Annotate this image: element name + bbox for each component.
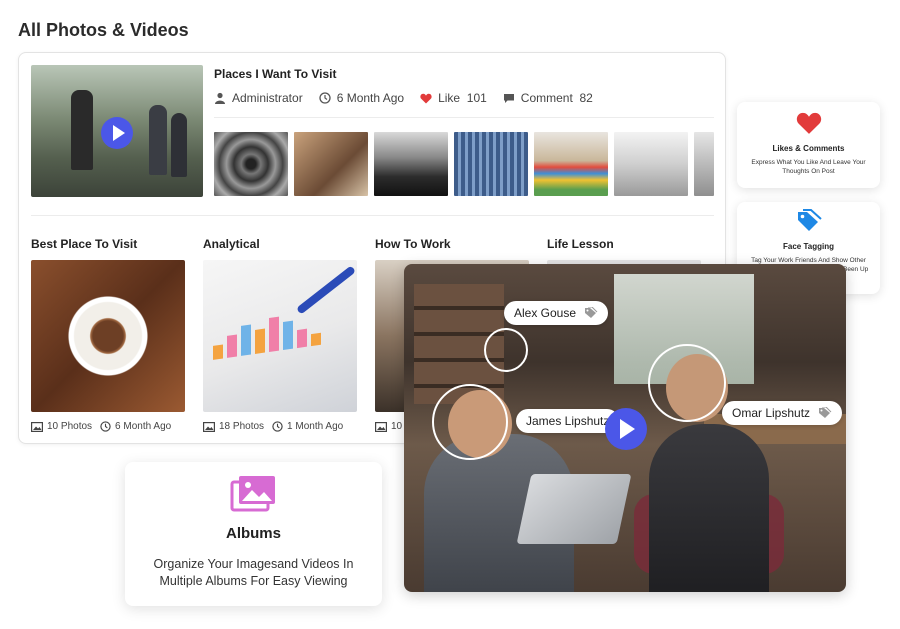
album-photo-count: 10 Photos — [47, 421, 93, 432]
post-photo-thumb[interactable] — [694, 132, 714, 196]
album-time: 6 Month Ago — [115, 421, 172, 432]
like-label: Like — [438, 91, 461, 105]
face-tag-ring[interactable] — [484, 328, 528, 372]
album-photo-count: 10 — [391, 421, 403, 432]
face-tag-name: James Lipshutz — [526, 414, 610, 428]
album-card[interactable]: Best Place To Visit 10 Photos 6 Month Ag… — [31, 237, 185, 432]
post-photo-thumb[interactable] — [454, 132, 528, 196]
post-author[interactable]: Administrator — [214, 91, 303, 105]
post-photo-thumb[interactable] — [214, 132, 288, 196]
album-time: 1 Month Ago — [287, 421, 344, 432]
comment-button[interactable]: Comment 82 — [503, 91, 593, 105]
post-time-text: 6 Month Ago — [336, 91, 405, 105]
face-tag-ring[interactable] — [648, 344, 726, 422]
like-button[interactable]: Like 101 — [420, 91, 487, 105]
feature-title: Face Tagging — [783, 242, 834, 251]
album-photo-count: 18 Photos — [219, 421, 265, 432]
face-tag-name: Omar Lipshutz — [732, 406, 811, 420]
feature-title: Likes & Comments — [772, 144, 845, 153]
heart-icon — [796, 112, 821, 134]
face-tag-name: Alex Gouse — [514, 306, 577, 320]
clock-icon — [100, 421, 111, 432]
play-icon[interactable] — [101, 117, 133, 149]
post-photo-strip — [214, 132, 720, 196]
face-tag-chip[interactable]: Alex Gouse — [504, 301, 609, 325]
page-title: All Photos & Videos — [18, 20, 189, 40]
post-video-thumbnail[interactable] — [31, 65, 203, 197]
tag-icon — [797, 209, 822, 231]
comment-count: 82 — [579, 91, 593, 105]
album-title[interactable]: How To Work — [375, 237, 529, 251]
post-photo-thumb[interactable] — [534, 132, 608, 196]
post-title[interactable]: Places I Want To Visit — [214, 67, 336, 81]
face-tag-ring[interactable] — [432, 384, 508, 460]
album-title[interactable]: Life Lesson — [547, 237, 701, 251]
album-title[interactable]: Analytical — [203, 237, 357, 251]
comment-label: Comment — [520, 91, 573, 105]
face-tag-chip[interactable]: James Lipshutz — [516, 409, 620, 433]
play-icon[interactable] — [605, 408, 647, 450]
album-meta: 18 Photos 1 Month Ago — [203, 421, 357, 432]
album-meta: 10 Photos 6 Month Ago — [31, 421, 185, 432]
post-time: 6 Month Ago — [319, 91, 404, 105]
feature-description: Express What You Like And Leave Your Tho… — [751, 159, 866, 175]
heart-icon — [420, 93, 432, 103]
post-photo-thumb[interactable] — [374, 132, 448, 196]
albums-feature-card: Albums Organize Your Imagesand Videos In… — [125, 462, 382, 606]
clock-icon — [319, 92, 331, 104]
comment-icon — [503, 93, 514, 103]
post-meta: Administrator 6 Month Ago Like 101 Comme… — [214, 91, 609, 105]
photos-icon — [375, 421, 387, 432]
tag-icon — [819, 407, 832, 418]
post-photo-thumb[interactable] — [294, 132, 368, 196]
album-title[interactable]: Best Place To Visit — [31, 237, 185, 251]
clock-icon — [272, 421, 283, 432]
album-cover[interactable] — [31, 260, 185, 412]
like-count: 101 — [466, 91, 487, 105]
feature-title: Albums — [225, 525, 281, 542]
post-photo-thumb[interactable] — [614, 132, 688, 196]
photos-icon — [31, 421, 43, 432]
user-icon — [215, 92, 225, 104]
album-icon — [230, 476, 275, 512]
face-tag-chip[interactable]: Omar Lipshutz — [722, 401, 843, 425]
album-cover[interactable] — [203, 260, 357, 412]
face-tagging-photo[interactable]: Alex Gouse James Lipshutz Omar Lipshutz — [404, 264, 846, 592]
photos-icon — [203, 421, 215, 432]
feature-description: Organize Your Imagesand Videos In Multip… — [153, 557, 354, 588]
likes-comments-feature-card: Likes & Comments Express What You Like A… — [737, 102, 880, 188]
tag-icon — [585, 307, 598, 318]
post-author-name: Administrator — [232, 91, 303, 105]
album-card[interactable]: Analytical 18 Photos 1 Month Ago — [203, 237, 357, 432]
